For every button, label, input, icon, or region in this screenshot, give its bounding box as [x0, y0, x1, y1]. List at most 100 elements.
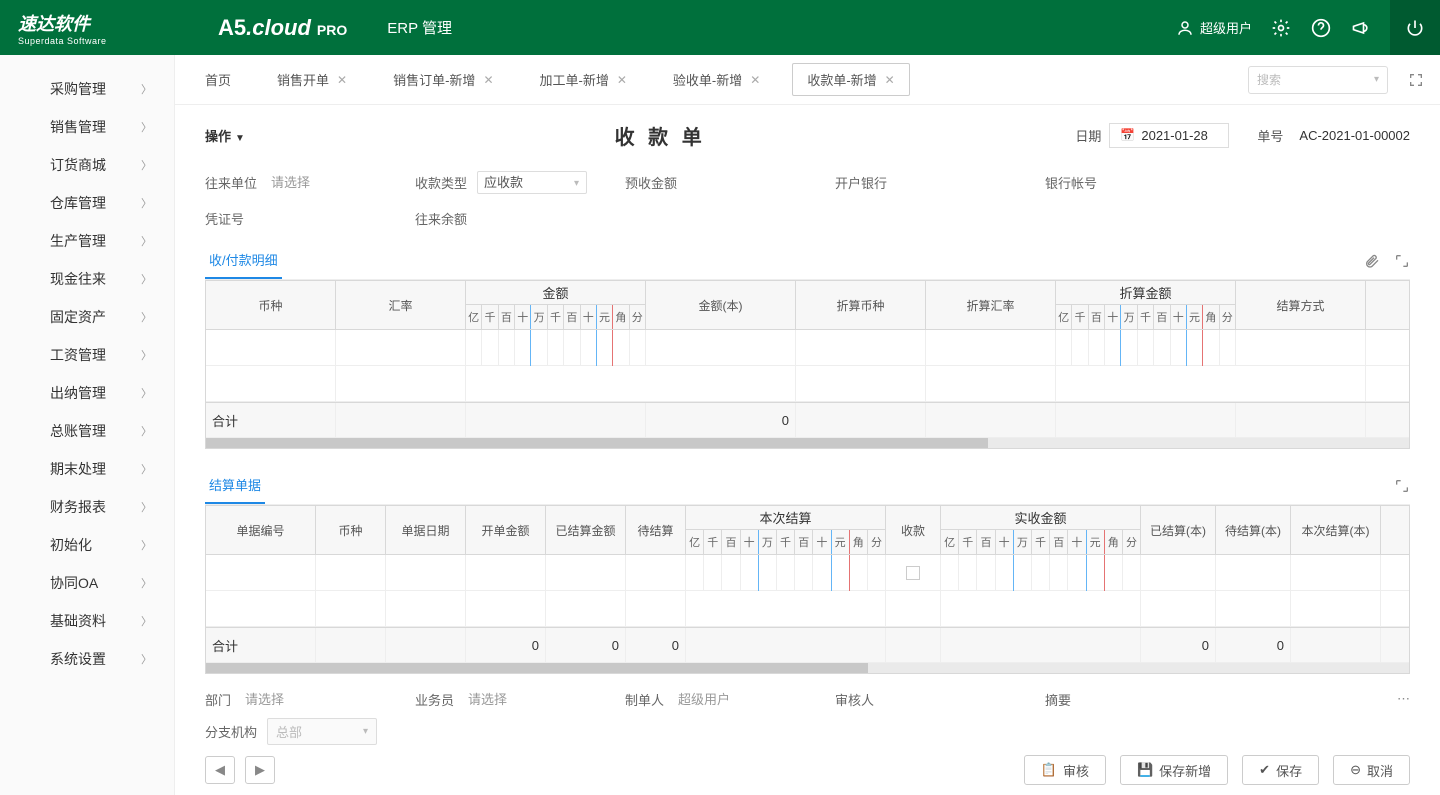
attachment-button[interactable]	[1364, 253, 1380, 269]
sidebar-item-label: 基础资料	[50, 611, 106, 631]
sidebar-item[interactable]: 工资管理〉	[0, 336, 174, 374]
expand-button[interactable]	[1394, 478, 1410, 494]
tab[interactable]: 首页	[191, 64, 245, 95]
chevron-right-icon: 〉	[141, 651, 152, 667]
col-conv-rate: 折算汇率	[926, 281, 1056, 329]
gear-icon	[1271, 18, 1291, 38]
customer-input[interactable]: 请选择	[267, 169, 357, 195]
sidebar-item[interactable]: 现金往来〉	[0, 260, 174, 298]
horizontal-scrollbar[interactable]	[206, 438, 1409, 448]
save-icon: 💾	[1137, 762, 1153, 778]
search-dropdown[interactable]: 搜索 ▾	[1248, 66, 1388, 94]
help-button[interactable]	[1310, 17, 1332, 39]
col-settled-amount: 已结算金额	[546, 506, 626, 554]
grid-row[interactable]	[206, 591, 1409, 627]
power-icon	[1405, 18, 1425, 38]
branch-select[interactable]: 总部 ▾	[267, 718, 377, 745]
close-icon[interactable]: ✕	[483, 73, 493, 87]
sidebar-item-label: 生产管理	[50, 231, 106, 251]
product-name: A5.cloudPRO	[218, 15, 347, 41]
tab[interactable]: 收款单-新增✕	[792, 63, 909, 96]
save-button[interactable]: ✔ 保存	[1242, 755, 1319, 785]
col-conv-amount: 折算金额	[1056, 281, 1236, 305]
save-new-button[interactable]: 💾 保存新增	[1120, 755, 1228, 785]
fullscreen-button[interactable]	[1408, 72, 1424, 88]
cancel-button[interactable]: ⊖ 取消	[1333, 755, 1410, 785]
expand-button[interactable]	[1394, 253, 1410, 269]
balance-input[interactable]	[477, 215, 567, 222]
reviewer-value	[884, 696, 974, 703]
col-this-settle: 本次结算	[686, 506, 886, 530]
sidebar-item[interactable]: 出纳管理〉	[0, 374, 174, 412]
sales-input[interactable]: 请选择	[464, 686, 554, 712]
voucher-input[interactable]	[254, 215, 344, 222]
settings-button[interactable]	[1270, 17, 1292, 39]
sidebar-item[interactable]: 固定资产〉	[0, 298, 174, 336]
type-select[interactable]: 应收款	[477, 171, 587, 194]
grid-row[interactable]	[206, 330, 1409, 366]
horizontal-scrollbar[interactable]	[206, 663, 1409, 673]
audit-button[interactable]: 📋 审核	[1024, 755, 1106, 785]
chevron-right-icon: 〉	[141, 309, 152, 325]
sidebar-item[interactable]: 总账管理〉	[0, 412, 174, 450]
tab-label: 加工单-新增	[540, 70, 609, 89]
chevron-right-icon: 〉	[141, 271, 152, 287]
maker-label: 制单人	[625, 690, 664, 709]
bank-input[interactable]	[897, 179, 987, 186]
summary-more-button[interactable]: ⋯	[1397, 691, 1410, 707]
sidebar-item[interactable]: 基础资料 〉	[0, 602, 174, 640]
notification-button[interactable]	[1350, 17, 1372, 39]
chevron-right-icon: 〉	[141, 347, 152, 363]
bank-label: 开户银行	[835, 173, 887, 192]
close-icon[interactable]: ✕	[617, 73, 627, 87]
chevron-right-icon: 〉	[141, 195, 152, 211]
tab[interactable]: 验收单-新增✕	[659, 64, 774, 95]
close-icon[interactable]: ✕	[750, 73, 760, 87]
receive-checkbox[interactable]	[906, 566, 920, 580]
col-settled-local: 已结算(本)	[1141, 506, 1216, 554]
grid-row[interactable]	[206, 555, 1409, 591]
minus-icon: ⊖	[1350, 762, 1361, 778]
date-input[interactable]: 📅 2021-01-28	[1109, 123, 1229, 148]
expand-icon	[1394, 253, 1410, 269]
close-icon[interactable]: ✕	[885, 73, 895, 87]
tab-label: 首页	[205, 70, 231, 89]
chevron-right-icon: 〉	[141, 81, 152, 97]
sidebar-item[interactable]: 订货商城〉	[0, 146, 174, 184]
sidebar-item[interactable]: 期末处理〉	[0, 450, 174, 488]
chevron-right-icon: 〉	[141, 119, 152, 135]
sidebar-item[interactable]: 初始化〉	[0, 526, 174, 564]
settle-tab[interactable]: 结算单据	[205, 467, 265, 504]
branch-label: 分支机构	[205, 722, 257, 741]
tab[interactable]: 加工单-新增 ✕	[526, 64, 641, 95]
pre-amount-input[interactable]	[687, 179, 777, 186]
dept-input[interactable]: 请选择	[241, 686, 331, 712]
sidebar-item[interactable]: 仓库管理〉	[0, 184, 174, 222]
sidebar-item[interactable]: 销售管理〉	[0, 108, 174, 146]
chevron-right-icon: 〉	[141, 613, 152, 629]
close-icon[interactable]: ✕	[337, 73, 347, 87]
tab[interactable]: 销售开单✕	[263, 64, 361, 95]
next-button[interactable]: ▶	[245, 756, 275, 784]
operate-menu[interactable]: 操作▼	[205, 126, 245, 145]
megaphone-icon	[1351, 18, 1371, 38]
col-open-amount: 开单金额	[466, 506, 546, 554]
acct-input[interactable]	[1107, 179, 1197, 186]
doc-no-label: 单号	[1257, 126, 1283, 145]
tab[interactable]: 销售订单-新增✕	[379, 64, 507, 95]
col-receive: 收款	[886, 506, 941, 554]
detail-tab[interactable]: 收/付款明细	[205, 242, 282, 279]
power-button[interactable]	[1404, 17, 1426, 39]
sidebar-item[interactable]: 采购管理〉	[0, 70, 174, 108]
sidebar-item[interactable]: 系统设置〉	[0, 640, 174, 678]
sidebar-item[interactable]: 生产管理〉	[0, 222, 174, 260]
col-to-settle-local: 待结算(本)	[1216, 506, 1291, 554]
prev-button[interactable]: ◀	[205, 756, 235, 784]
grid-row[interactable]	[206, 366, 1409, 402]
user-menu[interactable]: 超级用户	[1176, 18, 1252, 37]
sidebar-item-label: 总账管理	[50, 421, 106, 441]
settle-grid: 单据编号 币种 单据日期 开单金额 已结算金额 待结算 本次结算 亿千百十万千百…	[205, 505, 1410, 674]
acct-label: 银行帐号	[1045, 173, 1097, 192]
sidebar-item[interactable]: 财务报表〉	[0, 488, 174, 526]
sidebar-item[interactable]: 协同OA〉	[0, 564, 174, 602]
